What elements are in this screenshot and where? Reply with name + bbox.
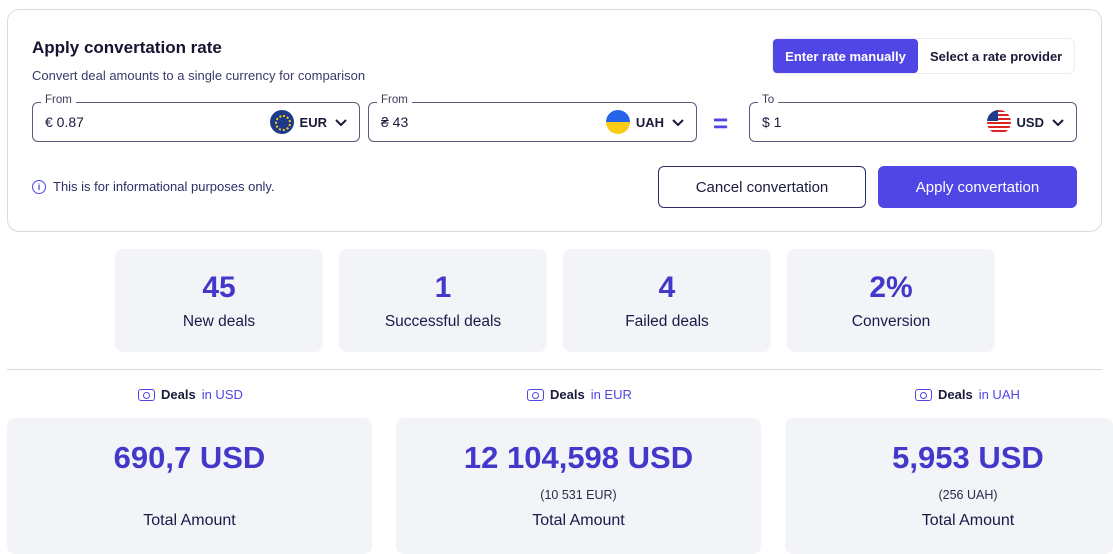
eu-flag-icon <box>269 110 294 134</box>
conversion-rate-card: Apply convertation rate Convert deal amo… <box>7 9 1102 232</box>
chevron-down-icon <box>672 119 684 127</box>
rate-input[interactable]: $ 1 <box>762 114 781 130</box>
field-legend: To <box>758 94 779 106</box>
deals-heading-currency: in EUR <box>590 387 632 402</box>
from-eur-field[interactable]: From € 0.87 EUR <box>32 94 360 142</box>
info-icon: i <box>32 179 46 194</box>
info-text: This is for informational purposes only. <box>53 179 275 194</box>
apply-convertation-button[interactable]: Apply convertation <box>878 166 1077 208</box>
total-card-uah: 5,953 USD (256 UAH) Total Amount <box>785 418 1113 554</box>
deals-uah-heading: Deals in UAH <box>915 387 1020 402</box>
enter-rate-manually-button[interactable]: Enter rate manually <box>773 39 918 73</box>
total-original-amount: (10 531 EUR) <box>540 488 617 502</box>
equals-sign: = <box>713 108 729 138</box>
rate-input[interactable]: € 0.87 <box>45 114 84 130</box>
stat-value: 1 <box>434 271 452 304</box>
from-uah-field[interactable]: From ₴ 43 UAH <box>368 94 697 142</box>
total-original-amount: (256 UAH) <box>938 488 998 502</box>
deals-heading-label: Deals <box>938 387 973 402</box>
stat-label: Conversion <box>851 313 931 330</box>
currency-code: USD <box>1016 114 1044 130</box>
to-usd-field[interactable]: To $ 1 USD <box>749 94 1077 142</box>
deals-heading-currency: in USD <box>201 387 243 402</box>
money-icon <box>915 388 932 401</box>
section-divider <box>7 369 1102 370</box>
stat-label: Successful deals <box>384 313 502 330</box>
currency-code: EUR <box>299 114 327 130</box>
stat-label: Failed deals <box>625 313 709 330</box>
deals-usd-heading: Deals in USD <box>138 387 243 402</box>
currency-code: UAH <box>635 114 664 130</box>
select-rate-provider-button[interactable]: Select a rate provider <box>918 39 1074 73</box>
stat-value: 2% <box>869 271 913 304</box>
stat-label: New deals <box>182 313 256 330</box>
total-amount-value: 12 104,598 USD <box>463 440 694 475</box>
total-amount-value: 5,953 USD <box>892 440 1044 475</box>
money-icon <box>527 388 544 401</box>
chevron-down-icon <box>1052 119 1064 127</box>
us-flag-icon <box>986 110 1011 134</box>
total-card-eur: 12 104,598 USD (10 531 EUR) Total Amount <box>396 418 761 554</box>
field-legend: From <box>41 94 76 106</box>
cancel-convertation-button[interactable]: Cancel convertation <box>658 166 866 208</box>
deals-heading-label: Deals <box>550 387 585 402</box>
ua-flag-icon <box>605 110 630 134</box>
currency-select[interactable]: UAH <box>605 110 686 134</box>
info-note: i This is for informational purposes onl… <box>32 179 275 194</box>
stat-card-conversion: 2% Conversion <box>787 249 995 352</box>
stat-card-successful-deals: 1 Successful deals <box>339 249 547 352</box>
deals-heading-label: Deals <box>161 387 196 402</box>
money-icon <box>138 388 155 401</box>
chevron-down-icon <box>335 119 347 127</box>
total-card-usd: 690,7 USD Total Amount <box>7 418 372 554</box>
rate-mode-toggle: Enter rate manually Select a rate provid… <box>772 38 1076 74</box>
total-amount-label: Total Amount <box>921 512 1015 529</box>
stat-card-failed-deals: 4 Failed deals <box>563 249 771 352</box>
deals-heading-currency: in UAH <box>978 387 1020 402</box>
total-amount-label: Total Amount <box>532 512 625 529</box>
stat-card-new-deals: 45 New deals <box>115 249 323 352</box>
total-amount-label: Total Amount <box>143 512 236 529</box>
rate-input[interactable]: ₴ 43 <box>381 114 408 130</box>
stat-value: 45 <box>202 271 236 304</box>
total-amount-value: 690,7 USD <box>113 440 266 475</box>
field-legend: From <box>377 94 412 106</box>
currency-select[interactable]: USD <box>986 110 1066 134</box>
card-subtitle: Convert deal amounts to a single currenc… <box>32 68 366 83</box>
stat-value: 4 <box>658 271 676 304</box>
card-title: Apply convertation rate <box>32 38 222 57</box>
deals-eur-heading: Deals in EUR <box>527 387 632 402</box>
currency-select[interactable]: EUR <box>269 110 349 134</box>
